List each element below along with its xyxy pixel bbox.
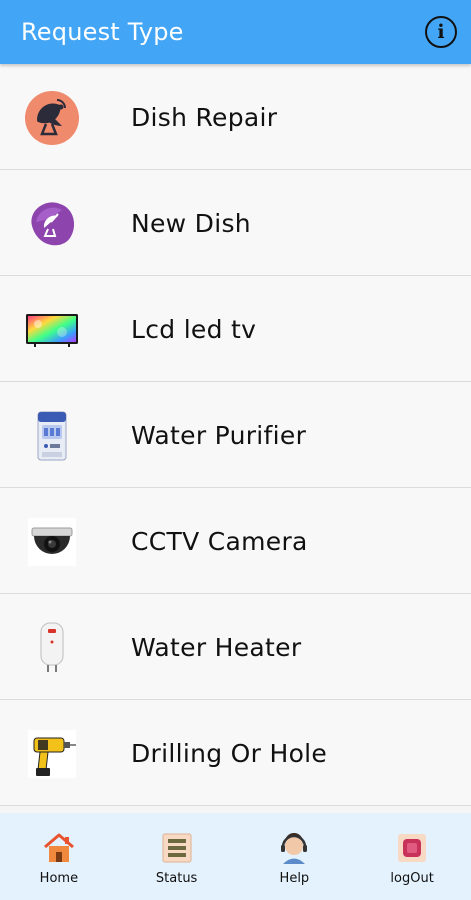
home-icon (42, 831, 76, 865)
nav-item-status[interactable]: Status (118, 813, 236, 900)
request-item-water-heater[interactable]: Water Heater (0, 594, 471, 700)
bottom-navigation: Home Status Help logOut (0, 813, 471, 900)
request-item-label: CCTV Camera (131, 526, 308, 556)
nav-label: Help (279, 871, 310, 886)
request-item-drilling-or-hole[interactable]: Drilling Or Hole (0, 700, 471, 806)
satellite-dish-repair-icon (24, 90, 80, 146)
water-heater-icon (24, 620, 80, 676)
request-item-new-dish[interactable]: New Dish (0, 170, 471, 276)
request-item-label: Dish Repair (131, 102, 278, 132)
request-item-cctv-camera[interactable]: CCTV Camera (0, 488, 471, 594)
info-icon[interactable]: i (425, 16, 457, 48)
nav-item-home[interactable]: Home (0, 813, 118, 900)
drill-icon (24, 726, 80, 782)
request-type-list: Dish Repair New Dish Lcd led tv Water Pu… (0, 64, 471, 806)
request-item-label: New Dish (131, 208, 251, 238)
app-bar: Request Type i (0, 0, 471, 64)
page-title: Request Type (21, 18, 184, 46)
status-list-icon (160, 831, 194, 865)
request-item-label: Water Purifier (131, 420, 307, 450)
tv-icon (24, 302, 80, 358)
nav-item-logout[interactable]: logOut (353, 813, 471, 900)
cctv-camera-icon (24, 514, 80, 570)
request-item-label: Water Heater (131, 632, 302, 662)
satellite-dish-new-icon (24, 196, 80, 252)
help-support-icon (277, 831, 311, 865)
nav-label: Home (39, 871, 79, 886)
request-item-dish-repair[interactable]: Dish Repair (0, 64, 471, 170)
logout-icon (395, 831, 429, 865)
nav-label: logOut (390, 871, 434, 886)
request-item-label: Lcd led tv (131, 314, 257, 344)
nav-label: Status (155, 871, 198, 886)
request-item-lcd-led-tv[interactable]: Lcd led tv (0, 276, 471, 382)
water-purifier-icon (24, 408, 80, 464)
request-item-water-purifier[interactable]: Water Purifier (0, 382, 471, 488)
nav-item-help[interactable]: Help (236, 813, 354, 900)
request-item-label: Drilling Or Hole (131, 738, 328, 768)
